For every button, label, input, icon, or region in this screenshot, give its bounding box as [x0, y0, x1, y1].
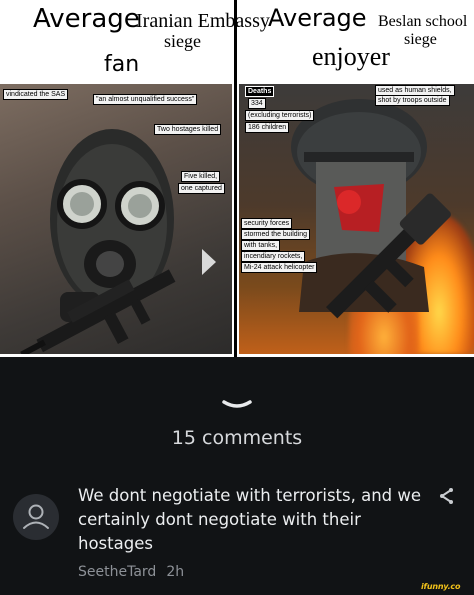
user-icon — [23, 504, 49, 529]
share-icon[interactable] — [438, 487, 456, 505]
label-five-killed: Five killed, — [181, 171, 221, 182]
label-one-captured: one captured — [178, 183, 225, 194]
label-incendiary-rockets: incendiary rockets, — [241, 251, 306, 262]
right-title-enjoyer: enjoyer — [312, 42, 390, 71]
comments-count: 15 comments — [171, 427, 303, 449]
play-arrow-icon — [202, 249, 216, 275]
comment-username[interactable]: SeetheTard — [78, 564, 156, 580]
left-title-average: Average — [33, 4, 140, 34]
right-panel-photo: Deaths 334 (excluding terrorists) 186 ch… — [239, 84, 474, 354]
ifunny-watermark: ifunny.co — [421, 582, 461, 591]
center-divider — [234, 0, 237, 357]
smg-left-icon — [20, 269, 176, 354]
label-attack-helicopter: Mi-24 attack helicopter — [241, 262, 318, 273]
left-title-fan: fan — [104, 52, 140, 77]
label-deaths-title: Deaths — [245, 86, 275, 97]
label-shot-by-troops: shot by troops outside — [375, 95, 450, 106]
label-success-quote: "an almost unqualified success" — [93, 94, 198, 105]
right-title-event: Beslan school — [378, 13, 468, 30]
left-title-event-2: siege — [164, 31, 201, 51]
label-vindicated: vindicated the SAS — [3, 89, 69, 100]
meme-image: Average Iranian Embassy siege fan Averag… — [0, 0, 474, 357]
right-title-event-2: siege — [404, 31, 437, 48]
label-security-forces: security forces — [241, 218, 293, 229]
comment-text: We dont negotiate with terrorists, and w… — [78, 486, 422, 553]
label-deaths-count: 334 — [248, 98, 266, 109]
left-title-event: Iranian Embassy — [136, 10, 270, 32]
label-stormed-building: stormed the building — [241, 229, 311, 240]
rifle-right-icon — [326, 193, 451, 319]
comment-timestamp: 2h — [166, 564, 185, 580]
chevron-down-icon[interactable] — [221, 398, 253, 414]
label-two-hostages: Two hostages killed — [154, 124, 222, 135]
avatar[interactable] — [13, 494, 59, 540]
right-title-average: Average — [268, 4, 367, 32]
label-with-tanks: with tanks, — [241, 240, 281, 251]
label-children: 186 children — [245, 122, 290, 133]
left-panel-photo: vindicated the SAS "an almost unqualifie… — [0, 84, 232, 354]
label-excluding-terrorists: (excluding terrorists) — [245, 110, 315, 121]
